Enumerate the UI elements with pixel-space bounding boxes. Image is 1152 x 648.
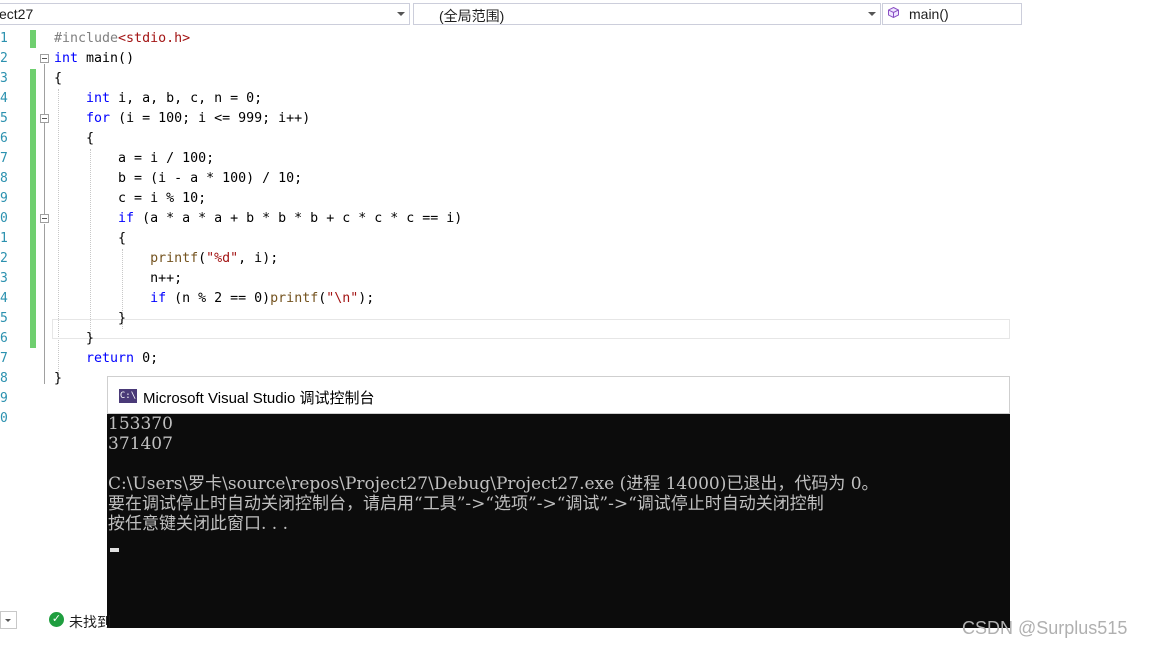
code-line[interactable]: int i, a, b, c, n = 0;: [54, 89, 262, 109]
console-line: 371407: [108, 434, 173, 454]
line-number: 9: [0, 391, 8, 406]
code-line[interactable]: #include<stdio.h>: [54, 29, 190, 49]
console-line: 要在调试停止时自动关闭控制台，请启用“工具”->“选项”->“调试”->“调试停…: [108, 494, 824, 514]
collapse-main-icon[interactable]: [40, 54, 49, 63]
code-line[interactable]: c = i % 10;: [54, 189, 206, 209]
line-number: 5: [0, 111, 8, 126]
code-line[interactable]: {: [54, 129, 94, 149]
code-line[interactable]: printf("%d", i);: [54, 249, 278, 269]
debug-console-window[interactable]: C:\ Microsoft Visual Studio 调试控制台 153370…: [107, 376, 1010, 628]
navigation-bar: ect27 (全局范围) main(): [0, 0, 1022, 30]
scope-label: (全局范围): [439, 8, 505, 24]
line-number: 8: [0, 171, 8, 186]
chevron-down-icon: [868, 12, 876, 16]
project-name: ect27: [0, 6, 34, 22]
console-output[interactable]: 153370 371407 C:\Users\罗卡\source\repos\Pro…: [108, 414, 1010, 628]
line-number: 6: [0, 331, 8, 346]
line-number: 4: [0, 91, 8, 106]
check-circle-icon: ✓: [49, 612, 64, 627]
code-line[interactable]: a = i / 100;: [54, 149, 214, 169]
code-line[interactable]: b = (i - a * 100) / 10;: [54, 169, 302, 189]
console-line: 153370: [108, 414, 173, 434]
console-app-icon: C:\: [119, 389, 137, 403]
change-bar: [30, 30, 36, 48]
code-line[interactable]: if (n % 2 == 0)printf("\n");: [54, 289, 374, 309]
console-line: 按任意键关闭此窗口. . .: [108, 514, 289, 534]
console-cursor: [110, 548, 119, 552]
fold-line: [44, 124, 45, 219]
scope-dropdown[interactable]: (全局范围): [413, 3, 881, 25]
change-bar: [30, 69, 36, 348]
collapse-for-icon[interactable]: [40, 114, 49, 123]
code-line[interactable]: {: [54, 229, 126, 249]
code-line[interactable]: int main(): [54, 49, 134, 69]
line-number: 6: [0, 131, 8, 146]
line-number: 3: [0, 271, 8, 286]
code-line[interactable]: n++;: [54, 269, 182, 289]
chevron-down-icon: [397, 12, 405, 16]
issues-status-text: 未找到: [69, 614, 111, 630]
code-line[interactable]: if (a * a * a + b * b * b + c * c * c ==…: [54, 209, 462, 229]
code-line[interactable]: }: [54, 329, 94, 349]
line-number: 2: [0, 251, 8, 266]
line-number: 7: [0, 151, 8, 166]
code-line[interactable]: {: [54, 69, 62, 89]
line-number: 0: [0, 411, 8, 426]
current-line-highlight: [52, 319, 1010, 339]
code-line[interactable]: return 0;: [54, 349, 158, 369]
collapse-if-icon[interactable]: [40, 214, 49, 223]
line-number: 1: [0, 231, 8, 246]
line-number: 4: [0, 291, 8, 306]
console-line: C:\Users\罗卡\source\repos\Project27\Debug…: [108, 474, 879, 494]
line-number: 5: [0, 311, 8, 326]
watermark: CSDN @Surplus515: [962, 618, 1128, 638]
status-dropdown[interactable]: [0, 611, 17, 629]
fold-line: [44, 224, 45, 384]
line-number: 1: [0, 31, 8, 46]
member-label: main(): [909, 6, 949, 22]
console-title: Microsoft Visual Studio 调试控制台: [143, 390, 375, 407]
line-number: 0: [0, 211, 8, 226]
method-cube-icon: [888, 7, 899, 18]
line-number: 2: [0, 51, 8, 66]
project-dropdown[interactable]: ect27: [0, 3, 410, 25]
line-number: 9: [0, 191, 8, 206]
line-number: 3: [0, 71, 8, 86]
code-line[interactable]: for (i = 100; i <= 999; i++): [54, 109, 310, 129]
member-dropdown[interactable]: main(): [882, 3, 1022, 25]
line-number: 7: [0, 351, 8, 366]
line-number: 8: [0, 371, 8, 386]
code-line[interactable]: }: [54, 309, 126, 329]
console-title-bar[interactable]: C:\ Microsoft Visual Studio 调试控制台: [107, 376, 1010, 414]
code-line[interactable]: }: [54, 369, 62, 389]
status-bar: ✓ 未找到: [0, 609, 111, 631]
